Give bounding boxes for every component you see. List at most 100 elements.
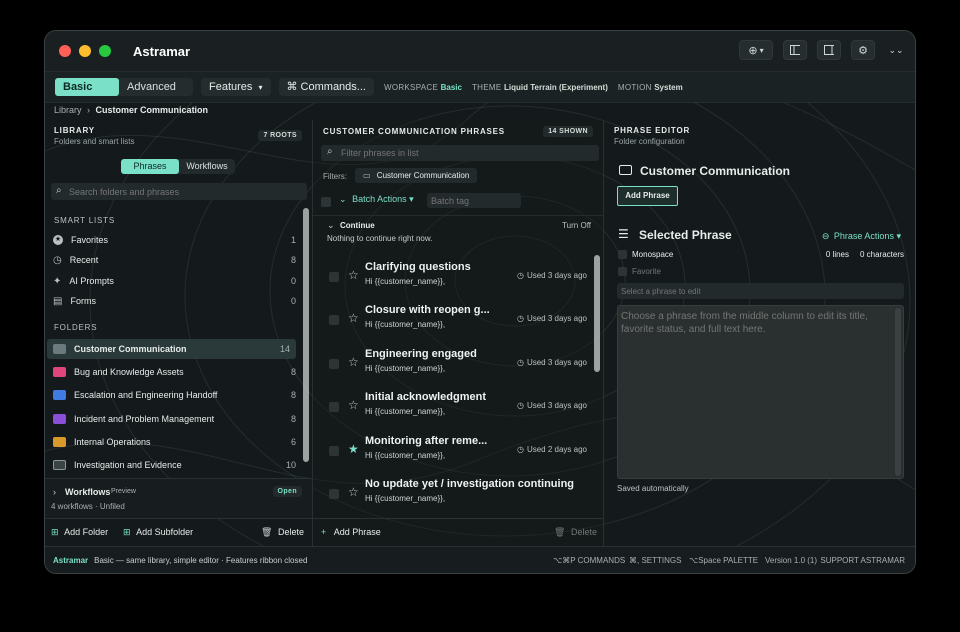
delete-folder-button[interactable]: 🗑︎ Delete (261, 527, 304, 538)
star-filled-icon[interactable]: ★ (348, 442, 359, 456)
body-scrollbar[interactable] (895, 308, 901, 476)
turn-off-button[interactable]: Turn Off (562, 221, 591, 230)
row-checkbox[interactable] (329, 359, 339, 369)
folder-escalation-and-engineering-handoff[interactable]: Escalation and Engineering Handoff 8 (47, 385, 296, 405)
phrase-row[interactable]: ★ Monitoring after reme... Hi {{customer… (317, 425, 589, 467)
minimize-window-button[interactable] (79, 45, 91, 57)
phrase-filter[interactable]: ⌕ (321, 145, 599, 161)
sidebar-left-icon (790, 45, 800, 55)
window-menu-button[interactable]: ⌄⌄ (885, 40, 907, 60)
roots-badge: 7 ROOTS (258, 130, 302, 141)
delete-phrase-button[interactable]: 🗑︎ Delete (554, 527, 597, 538)
folder-icon (53, 390, 66, 400)
smart-list-favorites[interactable]: ★ Favorites 1 (47, 230, 296, 250)
theme-value: Liquid Terrain (Experiment) (504, 82, 608, 92)
chevron-down-icon: ▾ (896, 231, 901, 241)
batch-tag-input[interactable] (431, 194, 517, 207)
smart-list-ai-prompts[interactable]: ✦ AI Prompts 0 (47, 271, 296, 291)
select-all-checkbox[interactable] (321, 197, 331, 207)
phrase-row[interactable]: ☆ Clarifying questions Hi {{customer_nam… (317, 251, 589, 293)
row-checkbox[interactable] (329, 315, 339, 325)
row-checkbox[interactable] (329, 272, 339, 282)
features-button[interactable]: Features ▾ (201, 78, 271, 96)
support-link[interactable]: SUPPORT ASTRAMAR (820, 556, 905, 565)
folder-investigation-and-evidence[interactable]: Investigation and Evidence 10 (47, 455, 296, 475)
phrase-row[interactable]: ☆ No update yet / investigation continui… (317, 468, 589, 510)
folder-count: 8 (290, 390, 296, 400)
tab-phrases[interactable]: Phrases (121, 159, 179, 174)
gear-icon: ⚙ (858, 44, 868, 57)
folder-name: Customer Communication (640, 164, 791, 178)
close-window-button[interactable] (59, 45, 71, 57)
star-outline-icon[interactable]: ☆ (348, 311, 359, 325)
commands-button[interactable]: ⌘ Commands... (278, 78, 374, 96)
workflows-open-badge[interactable]: Open (272, 486, 302, 497)
sparkle-icon: ✦ (53, 275, 62, 287)
phrase-row[interactable]: ☆ Engineering engaged Hi {{customer_name… (317, 338, 589, 380)
batch-tag-field[interactable] (427, 193, 521, 208)
phrase-body-field[interactable] (617, 305, 904, 479)
trash-icon: 🗑︎ (554, 527, 566, 537)
phrase-row[interactable]: ☆ Closure with reopen g... Hi {{customer… (317, 294, 589, 336)
mode-basic-tab[interactable]: Basic (55, 78, 119, 96)
phrase-preview: Hi {{customer_name}}, (365, 277, 446, 286)
add-menu-button[interactable]: ⊕ ▾ (739, 40, 773, 60)
status-commands-shortcut[interactable]: ⌥⌘P COMMANDS (553, 556, 625, 565)
smart-list-recent[interactable]: ◷ Recent 8 (47, 250, 296, 270)
star-outline-icon[interactable]: ☆ (348, 485, 359, 499)
status-palette-shortcut[interactable]: ⌥Space PALETTE (689, 556, 758, 565)
app-window: Astramar ⊕ ▾ ⚙ ⌄⌄ Basic Advanced Feature… (44, 30, 916, 574)
smart-list-label: Recent (69, 255, 99, 265)
batch-actions-button[interactable]: ⌄ Batch Actions ▾ (339, 194, 414, 205)
row-checkbox[interactable] (329, 446, 339, 456)
folder-bug-and-knowledge-assets[interactable]: Bug and Knowledge Assets 8 (47, 362, 296, 382)
folder-incident-and-problem-management[interactable]: Incident and Problem Management 8 (47, 409, 296, 429)
folder-internal-operations[interactable]: Internal Operations 6 (47, 432, 296, 452)
phrase-actions-button[interactable]: ⊖ Phrase Actions ▾ (822, 231, 901, 242)
continue-empty-text: Nothing to continue right now. (327, 234, 433, 243)
add-phrase-button[interactable]: + Add Phrase (321, 527, 381, 537)
breadcrumb-root[interactable]: Library (54, 105, 82, 115)
phrase-title-field[interactable] (617, 283, 904, 299)
tab-workflows[interactable]: Workflows (179, 159, 235, 174)
window-controls (59, 45, 111, 57)
star-outline-icon[interactable]: ☆ (348, 398, 359, 412)
add-folder-label: Add Folder (64, 527, 109, 537)
add-folder-button[interactable]: ⊞ Add Folder (51, 527, 108, 538)
folder-icon: ▭ (363, 171, 371, 180)
library-search-input[interactable] (69, 184, 299, 199)
editor-add-phrase-button[interactable]: Add Phrase (617, 186, 678, 206)
row-checkbox[interactable] (329, 402, 339, 412)
settings-button[interactable]: ⚙ (851, 40, 875, 60)
smart-list-forms[interactable]: ▤ Forms 0 (47, 291, 296, 311)
zoom-window-button[interactable] (99, 45, 111, 57)
star-outline-icon[interactable]: ☆ (348, 268, 359, 282)
smart-list-count: 0 (290, 296, 296, 306)
add-subfolder-button[interactable]: ⊞ Add Subfolder (123, 527, 193, 538)
folder-icon (53, 437, 66, 447)
monospace-checkbox[interactable] (618, 250, 627, 259)
favorite-checkbox[interactable] (618, 267, 627, 276)
status-app-name: Astramar (53, 555, 89, 565)
mode-advanced-tab[interactable]: Advanced (119, 78, 193, 96)
star-circle-icon: ★ (53, 235, 63, 245)
library-search[interactable]: ⌕ (51, 183, 307, 200)
phrase-row[interactable]: ☆ Initial acknowledgment Hi {{customer_n… (317, 381, 589, 423)
phrases-scrollbar[interactable] (594, 255, 600, 372)
filter-chip[interactable]: ▭ Customer Communication (355, 168, 478, 183)
folder-customer-communication[interactable]: Customer Communication 14 (47, 339, 296, 359)
phrase-title-input[interactable] (621, 284, 899, 298)
folder-label: Bug and Knowledge Assets (74, 367, 184, 377)
row-checkbox[interactable] (329, 489, 339, 499)
library-scrollbar[interactable] (303, 208, 309, 462)
toggle-right-sidebar-button[interactable] (817, 40, 841, 60)
chevron-down-icon[interactable]: ⌄ (327, 220, 335, 231)
status-settings-shortcut[interactable]: ⌘, SETTINGS (629, 556, 681, 565)
plus-icon: + (321, 527, 327, 537)
workflows-section[interactable]: › Workflows Preview Open 4 workflows · U… (45, 478, 312, 518)
phrase-body-textarea[interactable] (621, 310, 891, 474)
phrase-filter-input[interactable] (341, 146, 591, 160)
toggle-left-sidebar-button[interactable] (783, 40, 807, 60)
mode-switcher: Basic Advanced (55, 78, 193, 96)
star-outline-icon[interactable]: ☆ (348, 355, 359, 369)
